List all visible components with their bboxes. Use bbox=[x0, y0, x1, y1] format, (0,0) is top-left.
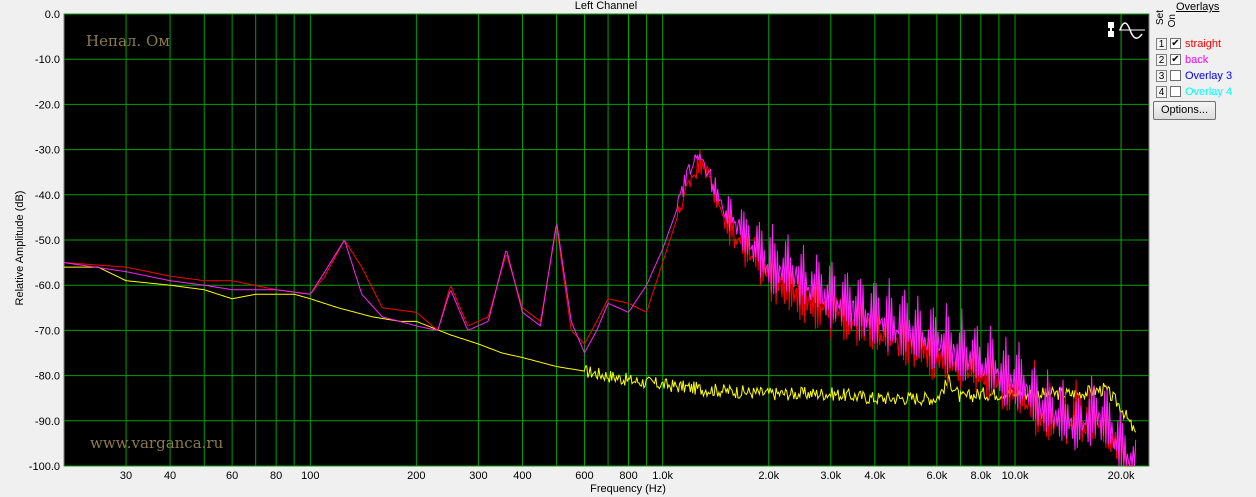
set-button-2[interactable]: 2 bbox=[1156, 53, 1167, 66]
watermark-url: www.varganca.ru bbox=[90, 434, 224, 452]
set-button-1[interactable]: 1 bbox=[1156, 37, 1167, 50]
y-tick-label: -50.0 bbox=[35, 235, 60, 247]
x-tick-label: 2.0k bbox=[758, 470, 779, 482]
x-tick-label: 80 bbox=[270, 470, 282, 482]
x-tick-label: 200 bbox=[407, 470, 425, 482]
x-tick-label: 1.0k bbox=[652, 470, 673, 482]
y-tick-label: 0.0 bbox=[45, 9, 60, 21]
overlay-checkbox-3[interactable] bbox=[1170, 70, 1181, 81]
overlays-title: Overlays bbox=[1176, 1, 1220, 13]
y-tick-label: -40.0 bbox=[35, 190, 60, 202]
x-tick-label: 4.0k bbox=[864, 470, 885, 482]
x-tick-label: 400 bbox=[513, 470, 531, 482]
overlay-row: 4 Overlay 4 bbox=[1156, 84, 1232, 99]
overlay-label-3: Overlay 3 bbox=[1185, 69, 1233, 82]
y-tick-label: -10.0 bbox=[35, 54, 60, 66]
col-set-label: Set bbox=[1155, 10, 1166, 26]
overlay-label-4: Overlay 4 bbox=[1185, 85, 1233, 98]
overlays-panel: Set On Overlays 1 ✔ straight 2 ✔ back 3 … bbox=[1152, 0, 1256, 130]
x-axis-ticks: 30 40 60 80 100 200 300 400 600 800 1.0k 2.0k 3.0k 4.… bbox=[120, 470, 1135, 482]
overlay-row: 3 Overlay 3 bbox=[1156, 68, 1232, 83]
watermark-title: Непал. Ом bbox=[86, 32, 170, 50]
y-tick-label: -80.0 bbox=[35, 371, 60, 383]
y-tick-label: -60.0 bbox=[35, 280, 60, 292]
x-tick-label: 6.0k bbox=[926, 470, 947, 482]
y-tick-label: -90.0 bbox=[35, 416, 60, 428]
overlay-row: 2 ✔ back bbox=[1156, 52, 1208, 67]
x-tick-label: 60 bbox=[226, 470, 238, 482]
x-tick-label: 100 bbox=[301, 470, 319, 482]
x-tick-label: 40 bbox=[164, 470, 176, 482]
x-tick-label: 3.0k bbox=[820, 470, 841, 482]
x-tick-label: 8.0k bbox=[970, 470, 991, 482]
x-axis-label: Frequency (Hz) bbox=[590, 483, 666, 495]
x-tick-label: 30 bbox=[120, 470, 132, 482]
y-axis-ticks: 0.0 -10.0 -20.0 -30.0 -40.0 -50.0 -60.0 -70.0 -8… bbox=[29, 9, 60, 473]
y-tick-label: -20.0 bbox=[35, 99, 60, 111]
y-tick-label: -100.0 bbox=[29, 461, 60, 473]
overlay-label-1: straight bbox=[1185, 37, 1222, 50]
y-tick-label: -70.0 bbox=[35, 325, 60, 337]
x-tick-label: 300 bbox=[469, 470, 487, 482]
x-tick-label: 600 bbox=[575, 470, 593, 482]
overlay-row: 1 ✔ straight bbox=[1156, 36, 1221, 51]
spectrum-chart: Left Channel 0.0 -10.0 -20.0 -30.0 -40.0 -50.… bbox=[14, 0, 1150, 495]
x-tick-label: 20.0k bbox=[1108, 470, 1135, 482]
y-axis-label: Relative Amplitude (dB) bbox=[14, 191, 26, 306]
x-tick-label: 800 bbox=[619, 470, 637, 482]
col-on-label: On bbox=[1167, 14, 1178, 28]
x-tick-label: 10.0k bbox=[1002, 470, 1029, 482]
overlay-label-2: back bbox=[1185, 53, 1209, 66]
options-button[interactable]: Options... bbox=[1153, 101, 1216, 120]
chart-title: Left Channel bbox=[575, 0, 637, 12]
overlay-checkbox-1[interactable]: ✔ bbox=[1170, 38, 1181, 49]
set-button-3[interactable]: 3 bbox=[1156, 69, 1167, 82]
y-tick-label: -30.0 bbox=[35, 145, 60, 157]
overlay-checkbox-4[interactable] bbox=[1170, 86, 1181, 97]
set-button-4[interactable]: 4 bbox=[1156, 85, 1167, 98]
overlay-checkbox-2[interactable]: ✔ bbox=[1170, 54, 1181, 65]
